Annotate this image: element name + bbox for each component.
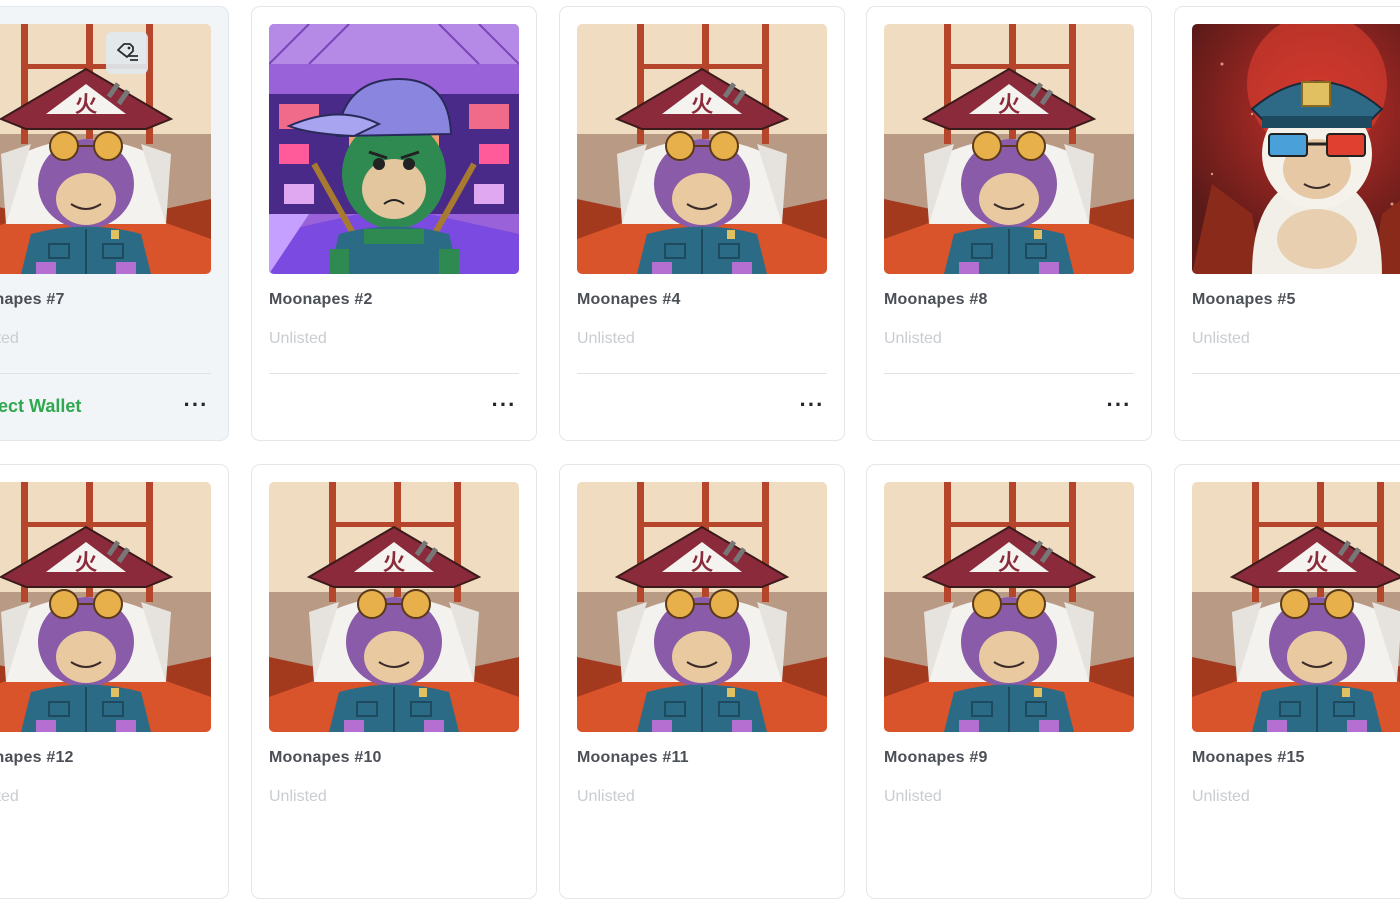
nft-image: 火 [269,482,519,732]
nft-card[interactable]: 火 Moonapes #15 Unlisted [1174,464,1400,899]
nft-card[interactable]: 火 Moonapes #12 Unlisted [0,464,229,899]
nft-image [269,24,519,274]
listing-status: Unlisted [0,788,19,805]
connect-wallet-button[interactable]: Connect Wallet [0,396,81,417]
nft-image: 火 [577,482,827,732]
nft-image: 火 [577,24,827,274]
nft-title: Moonapes #7 [0,291,65,308]
nft-title: Moonapes #11 [577,749,689,766]
nft-card[interactable]: 火 Moonapes #9 Unlisted [866,464,1152,899]
svg-text:火: 火 [691,551,713,576]
nft-title: Moonapes #15 [1192,749,1305,766]
nft-image: 火 [0,482,211,732]
nft-card[interactable]: Moonapes #5 Unlisted [1174,6,1400,441]
listing-status: Unlisted [577,788,635,805]
svg-text:火: 火 [998,551,1020,576]
nft-card[interactable]: 火 Moonapes #4 Unlisted ··· [559,6,845,441]
divider [269,373,519,374]
divider [0,373,211,374]
more-options-button[interactable]: ··· [180,394,212,419]
nft-grid: 火 Moonapes #7 Unlisted Connect Wallet ··… [0,0,1400,899]
divider [884,373,1134,374]
listing-status: Unlisted [269,788,327,805]
nft-title: Moonapes #12 [0,749,74,766]
svg-text:火: 火 [1306,551,1328,576]
nft-image: 火 [884,482,1134,732]
nft-card[interactable]: 火 Moonapes #11 Unlisted [559,464,845,899]
divider [577,373,827,374]
svg-text:火: 火 [75,93,97,118]
nft-image [1192,24,1400,274]
nft-title: Moonapes #8 [884,291,988,308]
nft-image: 火 [884,24,1134,274]
nft-card[interactable]: 火 Moonapes #7 Unlisted Connect Wallet ··… [0,6,229,441]
nft-card[interactable]: 火 Moonapes #8 Unlisted ··· [866,6,1152,441]
more-options-button[interactable]: ··· [1103,394,1135,419]
listing-status: Unlisted [1192,788,1250,805]
listing-status: Unlisted [269,330,327,347]
nft-title: Moonapes #5 [1192,291,1296,308]
nft-title: Moonapes #9 [884,749,988,766]
listing-status: Unlisted [577,330,635,347]
nft-image: 火 [1192,482,1400,732]
nft-card[interactable]: Moonapes #2 Unlisted ··· [251,6,537,441]
svg-text:火: 火 [383,551,405,576]
svg-text:火: 火 [998,93,1020,118]
nft-title: Moonapes #4 [577,291,681,308]
listing-status: Unlisted [884,788,942,805]
divider [1192,373,1400,374]
more-options-button[interactable]: ··· [488,394,520,419]
nft-card[interactable]: 火 Moonapes #10 Unlisted [251,464,537,899]
nft-title: Moonapes #10 [269,749,382,766]
svg-text:火: 火 [691,93,713,118]
listing-status: Unlisted [884,330,942,347]
listing-status: Unlisted [1192,330,1250,347]
list-for-sale-icon[interactable] [106,32,148,74]
more-options-button[interactable]: ··· [796,394,828,419]
nft-title: Moonapes #2 [269,291,373,308]
listing-status: Unlisted [0,330,19,347]
svg-text:火: 火 [75,551,97,576]
